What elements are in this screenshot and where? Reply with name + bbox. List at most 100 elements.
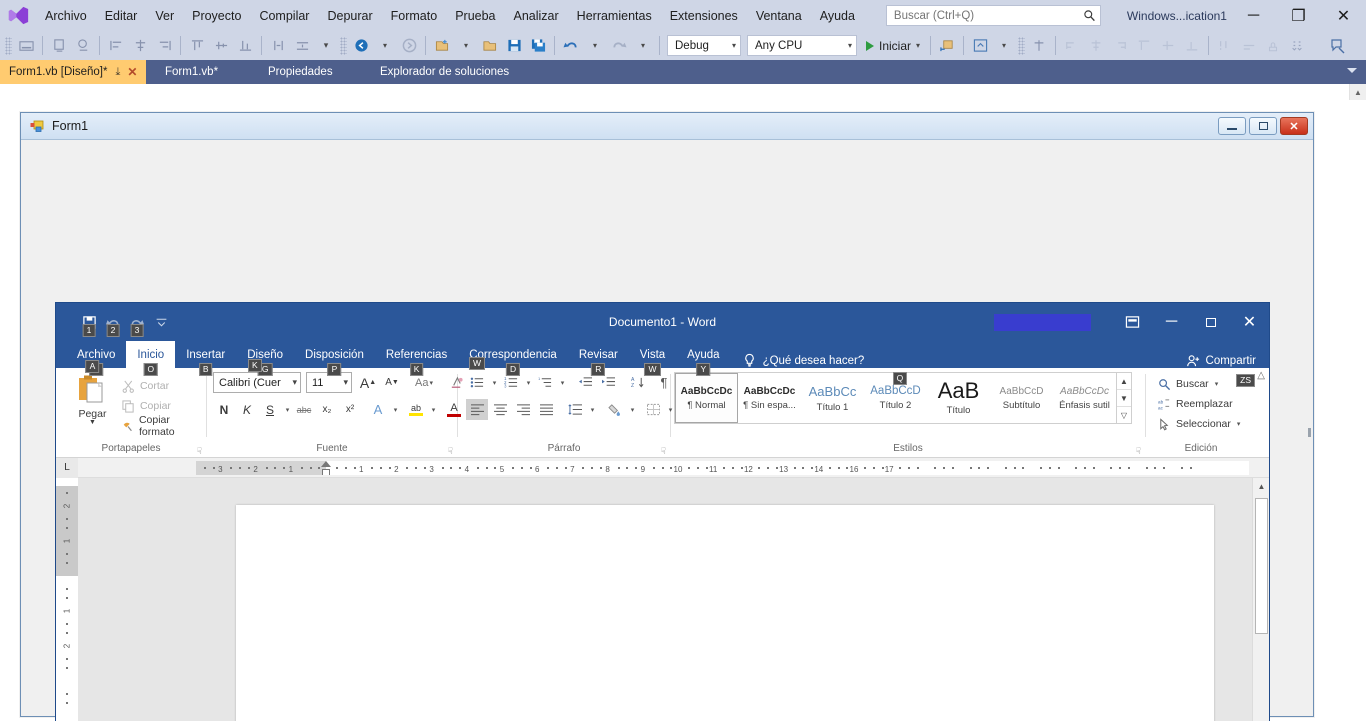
menu-compilar[interactable]: Compilar — [250, 0, 318, 31]
text-effects-caret-button[interactable]: ▾ — [390, 399, 400, 420]
text-effects-button[interactable]: A — [367, 399, 389, 420]
share-button[interactable]: Compartir ZS — [1186, 354, 1269, 387]
numbering-caret-button[interactable]: ▾ — [523, 372, 533, 393]
font-dialog-launcher[interactable]: ☟ — [448, 446, 453, 457]
align-right-button[interactable] — [512, 399, 534, 420]
scroll-up-button[interactable]: ▲ — [1253, 478, 1269, 495]
pin-tab-icon[interactable]: ⤓ — [115, 66, 120, 79]
word-page[interactable] — [236, 505, 1214, 721]
align-center-button[interactable] — [489, 399, 511, 420]
first-line-indent-marker[interactable] — [321, 460, 331, 467]
scrollbar-thumb[interactable] — [1255, 498, 1268, 634]
form1-maximize-button[interactable] — [1249, 117, 1277, 135]
word-tab-diseno[interactable]: Diseño G — [236, 341, 294, 376]
make-same-height-icon[interactable] — [290, 34, 314, 57]
word-tab-ayuda[interactable]: Ayuda Y — [676, 341, 730, 376]
menu-ventana[interactable]: Ventana — [747, 0, 811, 31]
styles-scroll-up-button[interactable]: ▲ — [1117, 373, 1131, 390]
menu-analizar[interactable]: Analizar — [505, 0, 568, 31]
format-painter-button[interactable]: Copiar formato — [119, 414, 206, 438]
qat-redo-button[interactable]: 3 — [126, 311, 148, 337]
strikethrough-button[interactable]: abc — [293, 399, 315, 420]
word-close-button[interactable]: ✕ — [1230, 303, 1269, 341]
word-vertical-scrollbar[interactable]: ▲ — [1252, 478, 1269, 721]
align-lefts-icon[interactable] — [104, 34, 128, 57]
tab-propiedades[interactable]: Propiedades — [259, 60, 342, 84]
tab-form1-code[interactable]: Form1.vb* — [156, 60, 227, 84]
vertical-spacing-decrease-icon[interactable] — [1180, 34, 1204, 57]
menu-proyecto[interactable]: Proyecto — [183, 0, 250, 31]
superscript-button[interactable]: x² — [339, 399, 361, 420]
navigate-forward-icon[interactable] — [397, 34, 421, 57]
line-spacing-button[interactable] — [564, 399, 586, 420]
word-tab-vista[interactable]: Vista W — [629, 341, 676, 376]
word-minimize-button[interactable]: ─ — [1152, 303, 1191, 341]
grow-font-button[interactable]: A ▲ — [357, 372, 379, 393]
align-tops-icon[interactable] — [185, 34, 209, 57]
menu-archivo[interactable]: Archivo — [36, 0, 96, 31]
tab-overflow-chevron-icon[interactable] — [1347, 68, 1357, 73]
justify-button[interactable] — [535, 399, 557, 420]
center-horizontally-icon[interactable] — [1027, 34, 1051, 57]
open-file-icon[interactable] — [478, 34, 502, 57]
replace-button[interactable]: ab ac Reemplazar — [1155, 394, 1236, 414]
menu-ver[interactable]: Ver — [146, 0, 183, 31]
close-tab-icon[interactable]: ✕ — [127, 65, 137, 79]
vertical-spacing-increase-icon[interactable] — [1156, 34, 1180, 57]
clipboard-dialog-launcher[interactable]: ☟ — [197, 446, 202, 457]
highlight-caret-button[interactable]: ▾ — [428, 399, 438, 420]
save-icon[interactable] — [502, 34, 526, 57]
attach-process-icon[interactable] — [935, 34, 959, 57]
horizontal-ruler[interactable]: 3 2 1 1 2 3 4 5 6 7 8 9 10 11 12 13 14 16 17 — [78, 460, 1249, 475]
qat-customize-button[interactable] — [150, 311, 172, 333]
preview-caret-icon[interactable]: ▾ — [992, 34, 1016, 57]
collapse-ribbon-button[interactable]: △ — [1257, 370, 1265, 381]
bullets-button[interactable]: W — [466, 357, 488, 393]
word-tab-insertar[interactable]: Insertar B — [175, 341, 236, 376]
tab-explorador-soluciones[interactable]: Explorador de soluciones — [371, 60, 518, 84]
tab-form1-designer[interactable]: Form1.vb [Diseño]* ⤓ ✕ — [0, 60, 147, 84]
horizontal-spacing-make-equal-icon[interactable] — [1060, 34, 1084, 57]
vs-minimize-button[interactable]: ─ — [1231, 0, 1276, 31]
toolbar-overflow-icon[interactable] — [1285, 34, 1309, 57]
menu-depurar[interactable]: Depurar — [318, 0, 381, 31]
underline-caret-button[interactable]: ▾ — [282, 399, 292, 420]
underline-button[interactable]: S — [259, 399, 281, 420]
make-same-width-icon[interactable] — [266, 34, 290, 57]
vs-search-box[interactable] — [885, 5, 1101, 26]
styles-dialog-launcher[interactable]: ☟ — [1136, 446, 1141, 457]
left-indent-marker[interactable] — [322, 468, 330, 475]
vertical-spacing-make-equal-icon[interactable] — [1132, 34, 1156, 57]
borders-button[interactable] — [642, 399, 664, 420]
menu-ayuda[interactable]: Ayuda — [811, 0, 864, 31]
multilevel-caret-button[interactable]: ▾ — [557, 372, 567, 393]
align-centers-icon[interactable] — [128, 34, 152, 57]
send-to-back-icon[interactable] — [1237, 34, 1261, 57]
editor-scroll-up-button[interactable]: ▲ — [1349, 84, 1366, 100]
ribbon-display-options-button[interactable] — [1113, 303, 1152, 341]
cut-button[interactable]: Cortar — [119, 376, 206, 396]
menu-herramientas[interactable]: Herramientas — [568, 0, 661, 31]
tell-me-search[interactable]: ¿Qué desea hacer? Q — [743, 353, 908, 385]
word-tab-disposicion[interactable]: Disposición P — [294, 341, 375, 376]
align-left-button[interactable] — [466, 399, 488, 420]
toolbar-grip[interactable] — [1018, 36, 1026, 55]
style-titulo-1[interactable]: AaBbCc Título 1 — [801, 373, 864, 423]
bold-button[interactable]: N — [213, 399, 235, 420]
word-tab-revisar[interactable]: Revisar R — [568, 341, 629, 376]
undo-caret-icon[interactable]: ▾ — [583, 34, 607, 57]
subscript-button[interactable]: x₂ — [316, 399, 338, 420]
bullets-caret-button[interactable]: ▾ — [489, 372, 499, 393]
navigate-backward-caret-icon[interactable]: ▾ — [373, 34, 397, 57]
form1-resize-grip[interactable] — [1308, 428, 1311, 437]
feedback-icon[interactable] — [1326, 34, 1350, 57]
bring-to-front-icon[interactable] — [1213, 34, 1237, 57]
paragraph-dialog-launcher[interactable]: ☟ — [661, 446, 666, 457]
style-enfasis-sutil[interactable]: AaBbCcDc Énfasis sutil — [1053, 373, 1116, 423]
menu-prueba[interactable]: Prueba — [446, 0, 504, 31]
horizontal-spacing-decrease-icon[interactable] — [1108, 34, 1132, 57]
word-restore-button[interactable] — [1191, 303, 1230, 341]
qat-save-button[interactable]: 1 — [78, 311, 100, 337]
style-subtitulo[interactable]: AaBbCcD Subtítulo — [990, 373, 1053, 423]
qat-undo-button[interactable]: 2 — [102, 311, 124, 337]
